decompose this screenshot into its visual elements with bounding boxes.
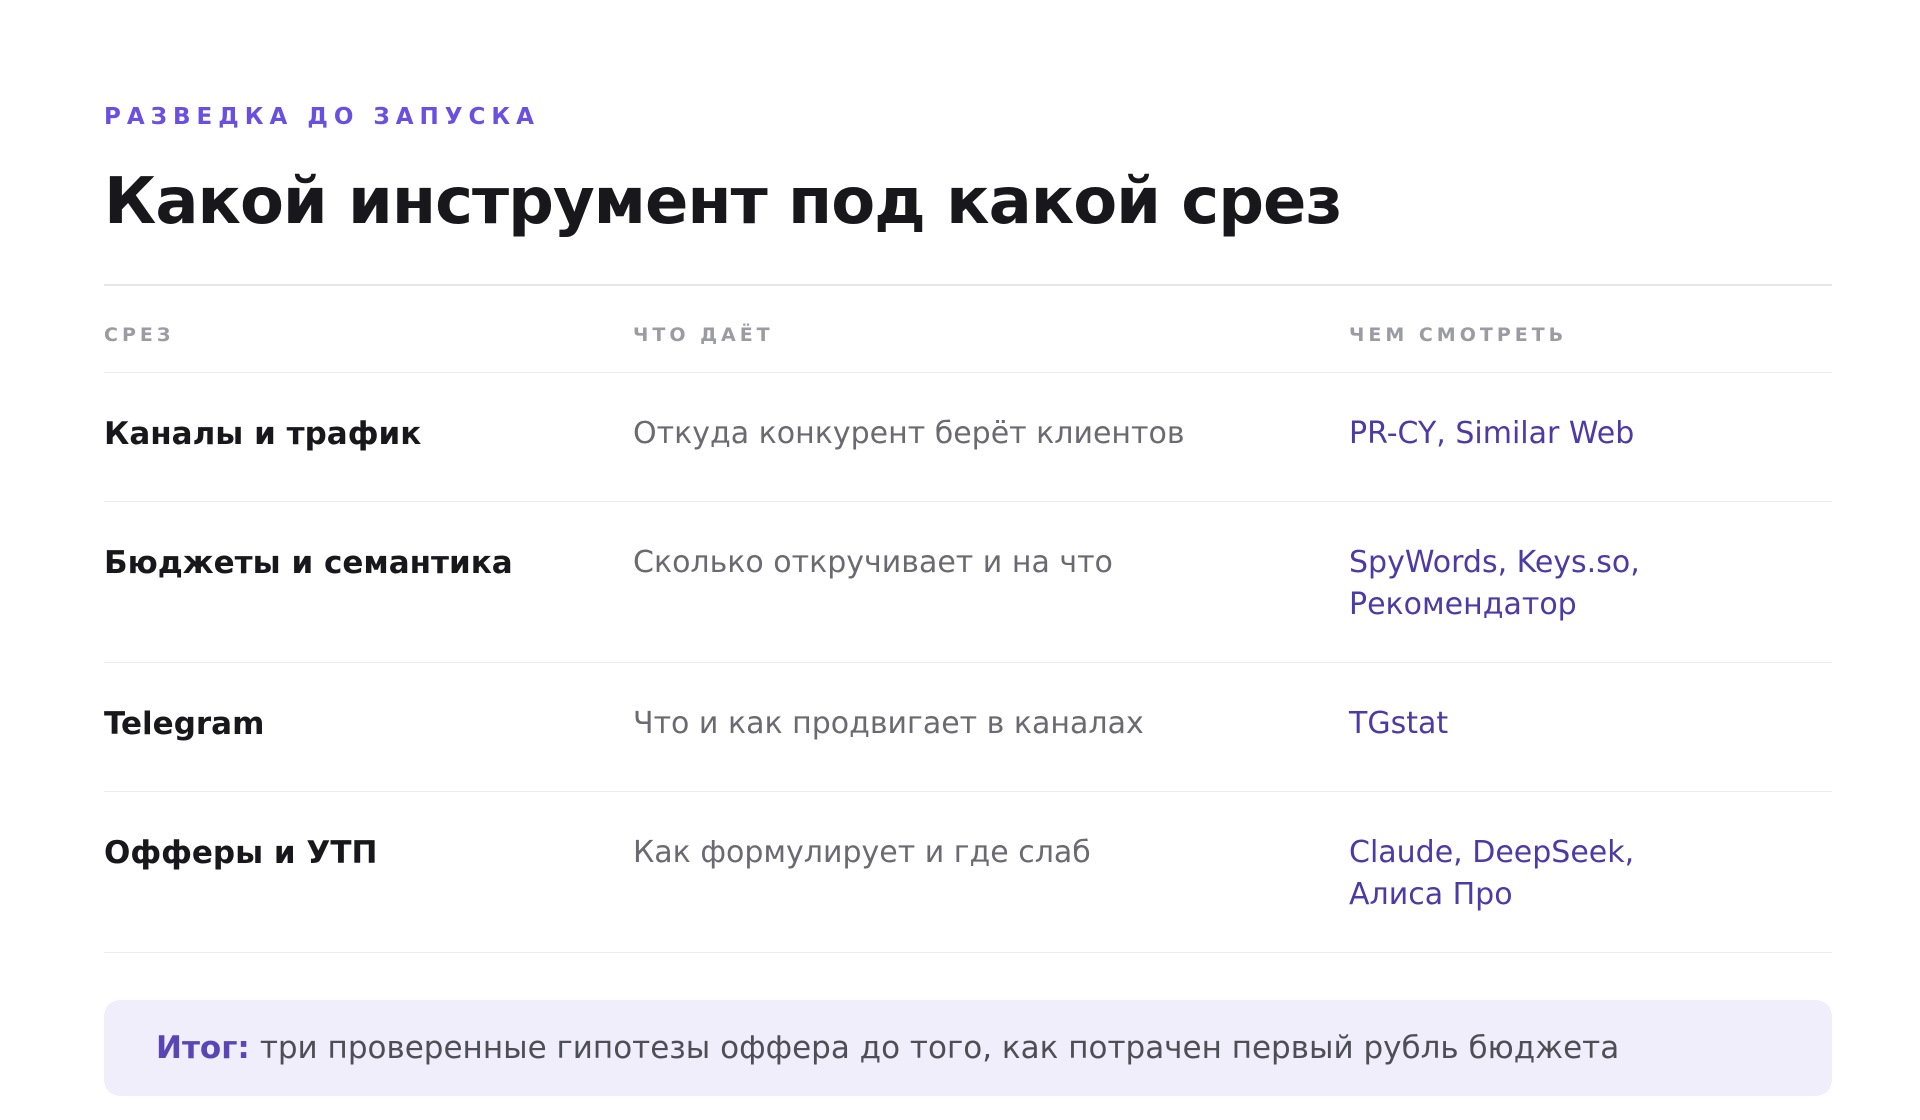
header-tools: ЧЕМ СМОТРЕТЬ [1349,324,1568,346]
table-row: Каналы и трафик Откуда конкурент берёт к… [104,373,1832,502]
table-header: СРЕЗ ЧТО ДАЁТ ЧЕМ СМОТРЕТЬ [104,286,1832,373]
row-gives: Сколько откручивает и на что [633,545,1113,580]
row-gives: Как формулирует и где слаб [633,835,1091,870]
summary-label: Итог: [156,1030,250,1066]
tools-table: СРЕЗ ЧТО ДАЁТ ЧЕМ СМОТРЕТЬ Каналы и траф… [104,286,1832,953]
header-gives: ЧТО ДАЁТ [633,324,774,346]
summary-text: три проверенные гипотезы оффера до того,… [259,1030,1620,1066]
row-tools: PR-CY, Similar Web [1349,416,1635,451]
header-slice: СРЕЗ [104,324,175,346]
row-tools: Claude, DeepSeek, Алиса Про [1349,835,1635,912]
eyebrow-label: РАЗВЕДКА ДО ЗАПУСКА [104,104,540,130]
summary-callout: Итог: три проверенные гипотезы оффера до… [104,1000,1832,1096]
row-tools: SpyWords, Keys.so, Рекомендатор [1349,545,1640,622]
row-gives: Откуда конкурент берёт клиентов [633,416,1185,451]
row-slice: Бюджеты и семантика [104,545,513,581]
row-tools: TGstat [1349,706,1449,741]
row-slice: Офферы и УТП [104,835,378,871]
row-slice: Telegram [104,706,265,742]
table-row: Telegram Что и как продвигает в каналах … [104,663,1832,792]
row-gives: Что и как продвигает в каналах [633,706,1144,741]
slide: РАЗВЕДКА ДО ЗАПУСКА Какой инструмент под… [0,0,1920,1120]
row-slice: Каналы и трафик [104,416,422,452]
table-row: Бюджеты и семантика Сколько откручивает … [104,502,1832,663]
table-row: Офферы и УТП Как формулирует и где слаб … [104,792,1832,953]
page-title: Какой инструмент под какой срез [104,165,1343,239]
